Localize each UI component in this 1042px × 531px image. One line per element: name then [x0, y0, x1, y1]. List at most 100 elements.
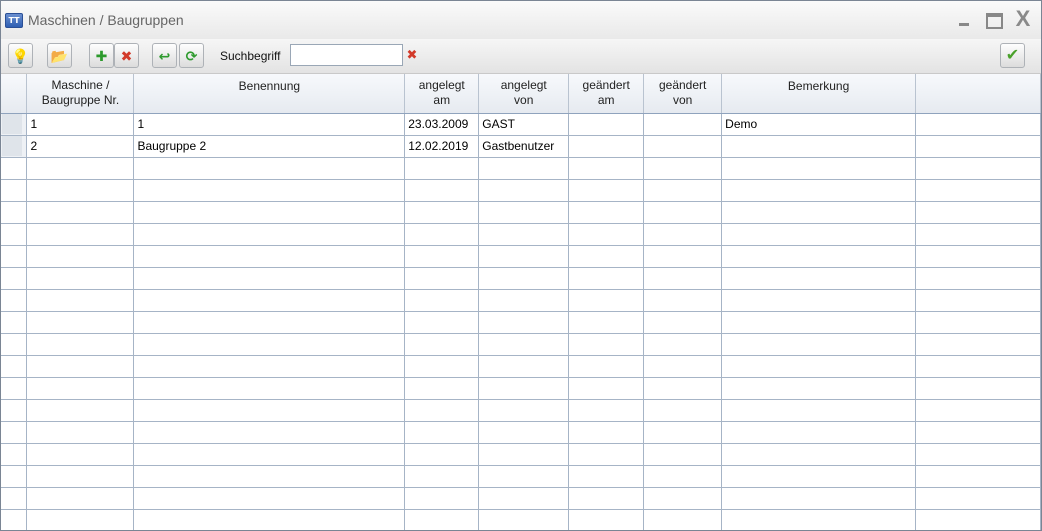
table-cell[interactable]: [643, 179, 723, 202]
table-cell[interactable]: [26, 223, 135, 246]
undo-button[interactable]: ↩: [152, 43, 177, 68]
row-selector[interactable]: [1, 179, 28, 202]
table-cell[interactable]: [404, 465, 480, 488]
row-selector[interactable]: [1, 245, 28, 268]
open-button[interactable]: 📂: [47, 43, 72, 68]
table-cell[interactable]: [478, 179, 570, 202]
close-button[interactable]: X: [1012, 8, 1034, 30]
table-cell[interactable]: [404, 399, 480, 422]
row-selector[interactable]: [1, 399, 28, 422]
table-row[interactable]: [1, 377, 1041, 400]
table-cell[interactable]: [915, 421, 1041, 444]
table-cell[interactable]: Demo: [721, 113, 917, 136]
search-input[interactable]: [290, 44, 403, 66]
table-cell[interactable]: [478, 355, 570, 378]
row-selector[interactable]: [1, 223, 28, 246]
table-cell[interactable]: [133, 487, 406, 510]
table-cell[interactable]: [721, 421, 917, 444]
table-cell[interactable]: [915, 157, 1041, 180]
table-cell[interactable]: Baugruppe 2: [133, 135, 406, 158]
row-selector[interactable]: [1, 135, 28, 158]
table-cell[interactable]: [478, 201, 570, 224]
table-cell[interactable]: [721, 157, 917, 180]
table-cell[interactable]: [26, 267, 135, 290]
table-row[interactable]: [1, 421, 1041, 444]
table-cell[interactable]: [478, 487, 570, 510]
table-cell[interactable]: [915, 113, 1041, 136]
table-row[interactable]: [1, 399, 1041, 422]
row-selector[interactable]: [1, 377, 28, 400]
table-cell[interactable]: [404, 377, 480, 400]
table-cell[interactable]: [643, 399, 723, 422]
table-cell[interactable]: [568, 377, 645, 400]
header-cell[interactable]: geändert am: [568, 74, 645, 114]
table-cell[interactable]: Gastbenutzer: [478, 135, 570, 158]
table-row[interactable]: [1, 509, 1041, 530]
table-cell[interactable]: [721, 179, 917, 202]
table-cell[interactable]: [915, 135, 1041, 158]
table-cell[interactable]: 1: [133, 113, 406, 136]
row-selector[interactable]: [1, 333, 28, 356]
table-cell[interactable]: [133, 355, 406, 378]
table-cell[interactable]: [478, 311, 570, 334]
table-cell[interactable]: 12.02.2019: [404, 135, 480, 158]
table-cell[interactable]: [915, 311, 1041, 334]
table-cell[interactable]: [133, 465, 406, 488]
table-cell[interactable]: [643, 311, 723, 334]
table-row[interactable]: [1, 487, 1041, 510]
table-row[interactable]: [1, 289, 1041, 312]
table-cell[interactable]: [568, 201, 645, 224]
table-cell[interactable]: [404, 311, 480, 334]
row-selector[interactable]: [1, 509, 28, 530]
table-cell[interactable]: [478, 509, 570, 530]
table-cell[interactable]: [26, 179, 135, 202]
table-cell[interactable]: [915, 245, 1041, 268]
table-cell[interactable]: [915, 333, 1041, 356]
table-cell[interactable]: [568, 311, 645, 334]
table-cell[interactable]: [568, 179, 645, 202]
table-cell[interactable]: [404, 421, 480, 444]
table-cell[interactable]: [568, 443, 645, 466]
maximize-button[interactable]: [983, 11, 1005, 29]
add-button[interactable]: ✚: [89, 43, 114, 68]
table-cell[interactable]: [568, 289, 645, 312]
table-cell[interactable]: [643, 267, 723, 290]
table-cell[interactable]: [404, 223, 480, 246]
clear-search-button[interactable]: ✖: [405, 48, 419, 62]
table-cell[interactable]: [643, 135, 723, 158]
table-cell[interactable]: [133, 179, 406, 202]
table-cell[interactable]: [133, 201, 406, 224]
table-cell[interactable]: [568, 399, 645, 422]
table-cell[interactable]: [643, 487, 723, 510]
table-cell[interactable]: [26, 443, 135, 466]
row-selector[interactable]: [1, 311, 28, 334]
table-cell[interactable]: [26, 355, 135, 378]
table-cell[interactable]: [568, 465, 645, 488]
table-cell[interactable]: [404, 487, 480, 510]
table-cell[interactable]: [721, 333, 917, 356]
table-cell[interactable]: [643, 201, 723, 224]
table-cell[interactable]: [568, 245, 645, 268]
table-cell[interactable]: [915, 465, 1041, 488]
table-cell[interactable]: [643, 509, 723, 530]
table-cell[interactable]: [643, 355, 723, 378]
table-cell[interactable]: [915, 289, 1041, 312]
table-cell[interactable]: [643, 245, 723, 268]
table-cell[interactable]: [721, 223, 917, 246]
table-cell[interactable]: [404, 443, 480, 466]
table-cell[interactable]: [915, 399, 1041, 422]
table-cell[interactable]: [915, 179, 1041, 202]
table-cell[interactable]: [26, 421, 135, 444]
table-cell[interactable]: [26, 311, 135, 334]
row-selector-box[interactable]: [2, 114, 22, 134]
table-cell[interactable]: [26, 289, 135, 312]
table-cell[interactable]: 2: [26, 135, 135, 158]
row-selector[interactable]: [1, 465, 28, 488]
table-cell[interactable]: [133, 399, 406, 422]
table-cell[interactable]: [568, 157, 645, 180]
table-cell[interactable]: [26, 333, 135, 356]
table-row[interactable]: [1, 245, 1041, 268]
table-cell[interactable]: [568, 135, 645, 158]
table-cell[interactable]: [26, 201, 135, 224]
table-row[interactable]: [1, 465, 1041, 488]
